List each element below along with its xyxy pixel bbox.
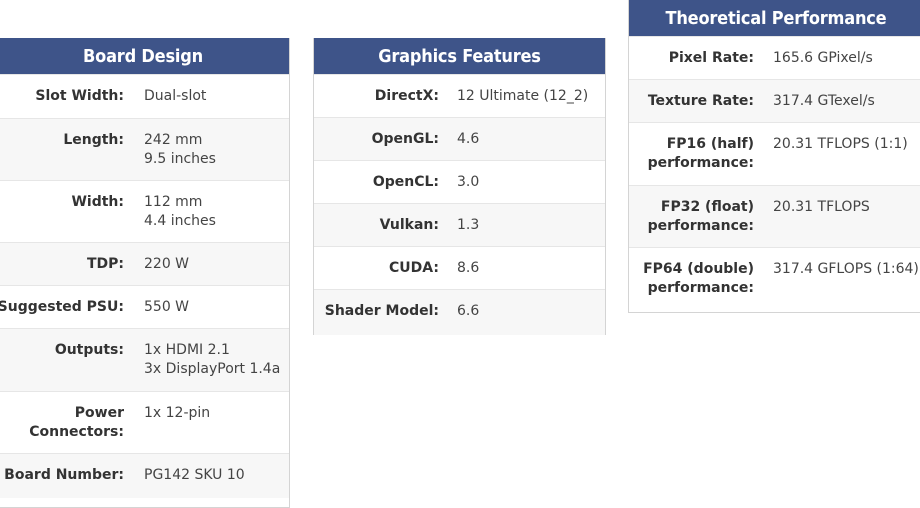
spec-row-texture-rate: Texture Rate: 317.4 GTexel/s bbox=[629, 79, 920, 122]
spec-label: Outputs: bbox=[54, 342, 124, 358]
spec-value: 242 mm 9.5 inches bbox=[144, 132, 216, 167]
spec-row-cuda: CUDA: 8.6 bbox=[314, 246, 605, 289]
spec-row-vulkan: Vulkan: 1.3 bbox=[314, 203, 605, 246]
spec-row-outputs: Outputs: 1x HDMI 2.1 3x DisplayPort 1.4a bbox=[0, 328, 289, 391]
spec-value: 165.6 GPixel/s bbox=[773, 50, 873, 66]
spec-value: 317.4 GFLOPS (1:64) bbox=[773, 261, 919, 277]
spec-value: PG142 SKU 10 bbox=[144, 467, 245, 483]
spec-value: 12 Ultimate (12_2) bbox=[457, 88, 589, 104]
spec-label: Suggested PSU: bbox=[0, 299, 124, 315]
spec-label: OpenCL: bbox=[372, 174, 439, 190]
spec-label: Power Connectors: bbox=[29, 405, 124, 440]
spec-value: 20.31 TFLOPS bbox=[773, 199, 870, 215]
board-design-title: Board Design bbox=[0, 38, 289, 74]
spec-label: FP16 (half) performance: bbox=[647, 136, 754, 171]
theoretical-performance-title: Theoretical Performance bbox=[629, 0, 920, 36]
spec-value: 1.3 bbox=[457, 217, 480, 233]
spec-value: 6.6 bbox=[457, 303, 480, 319]
spec-value: 112 mm 4.4 inches bbox=[144, 194, 216, 229]
theoretical-performance-panel: Theoretical Performance Pixel Rate: 165.… bbox=[628, 0, 920, 313]
spec-value: 8.6 bbox=[457, 260, 480, 276]
spec-label: FP32 (float) performance: bbox=[647, 199, 754, 234]
spec-label: Length: bbox=[63, 132, 124, 148]
spec-value: 317.4 GTexel/s bbox=[773, 93, 875, 109]
spec-row-length: Length: 242 mm 9.5 inches bbox=[0, 118, 289, 180]
spec-value: Dual-slot bbox=[144, 88, 207, 104]
spec-value: 220 W bbox=[144, 256, 190, 272]
spec-row-board-number: Board Number: PG142 SKU 10 bbox=[0, 453, 289, 498]
spec-label: Slot Width: bbox=[35, 88, 124, 104]
spec-row-tdp: TDP: 220 W bbox=[0, 242, 289, 285]
spec-row-fp64: FP64 (double) performance: 317.4 GFLOPS … bbox=[629, 247, 920, 313]
spec-label: OpenGL: bbox=[371, 131, 439, 147]
spec-value: 550 W bbox=[144, 299, 190, 315]
spec-value: 3.0 bbox=[457, 174, 480, 190]
graphics-features-title: Graphics Features bbox=[314, 38, 605, 74]
spec-label: TDP: bbox=[86, 256, 124, 272]
spec-row-width: Width: 112 mm 4.4 inches bbox=[0, 180, 289, 242]
spec-label: DirectX: bbox=[374, 88, 439, 104]
spec-row-opengl: OpenGL: 4.6 bbox=[314, 117, 605, 160]
spec-row-opencl: OpenCL: 3.0 bbox=[314, 160, 605, 203]
spec-label: Texture Rate: bbox=[647, 93, 754, 109]
spec-label: FP64 (double) performance: bbox=[643, 261, 754, 296]
spec-row-fp32: FP32 (float) performance: 20.31 TFLOPS bbox=[629, 185, 920, 247]
graphics-features-panel: Graphics Features DirectX: 12 Ultimate (… bbox=[313, 38, 606, 335]
spec-row-shader-model: Shader Model: 6.6 bbox=[314, 289, 605, 335]
spec-label: Vulkan: bbox=[379, 217, 439, 233]
spec-row-power-connectors: Power Connectors: 1x 12-pin bbox=[0, 391, 289, 453]
board-design-panel: Board Design Slot Width: Dual-slot Lengt… bbox=[0, 38, 290, 508]
spec-value: 1x HDMI 2.1 3x DisplayPort 1.4a bbox=[144, 342, 281, 377]
spec-label: Shader Model: bbox=[324, 303, 439, 319]
spec-row-psu: Suggested PSU: 550 W bbox=[0, 285, 289, 328]
spec-label: Pixel Rate: bbox=[668, 50, 754, 66]
spec-label: Board Number: bbox=[4, 467, 124, 483]
spec-row-slot-width: Slot Width: Dual-slot bbox=[0, 74, 289, 118]
spec-value: 4.6 bbox=[457, 131, 480, 147]
spec-value: 20.31 TFLOPS (1:1) bbox=[773, 136, 908, 152]
spec-label: Width: bbox=[71, 194, 124, 210]
spec-row-directx: DirectX: 12 Ultimate (12_2) bbox=[314, 74, 605, 117]
spec-label: CUDA: bbox=[389, 260, 439, 276]
spec-value: 1x 12-pin bbox=[144, 405, 211, 421]
spec-row-pixel-rate: Pixel Rate: 165.6 GPixel/s bbox=[629, 36, 920, 79]
spec-row-fp16: FP16 (half) performance: 20.31 TFLOPS (1… bbox=[629, 122, 920, 185]
